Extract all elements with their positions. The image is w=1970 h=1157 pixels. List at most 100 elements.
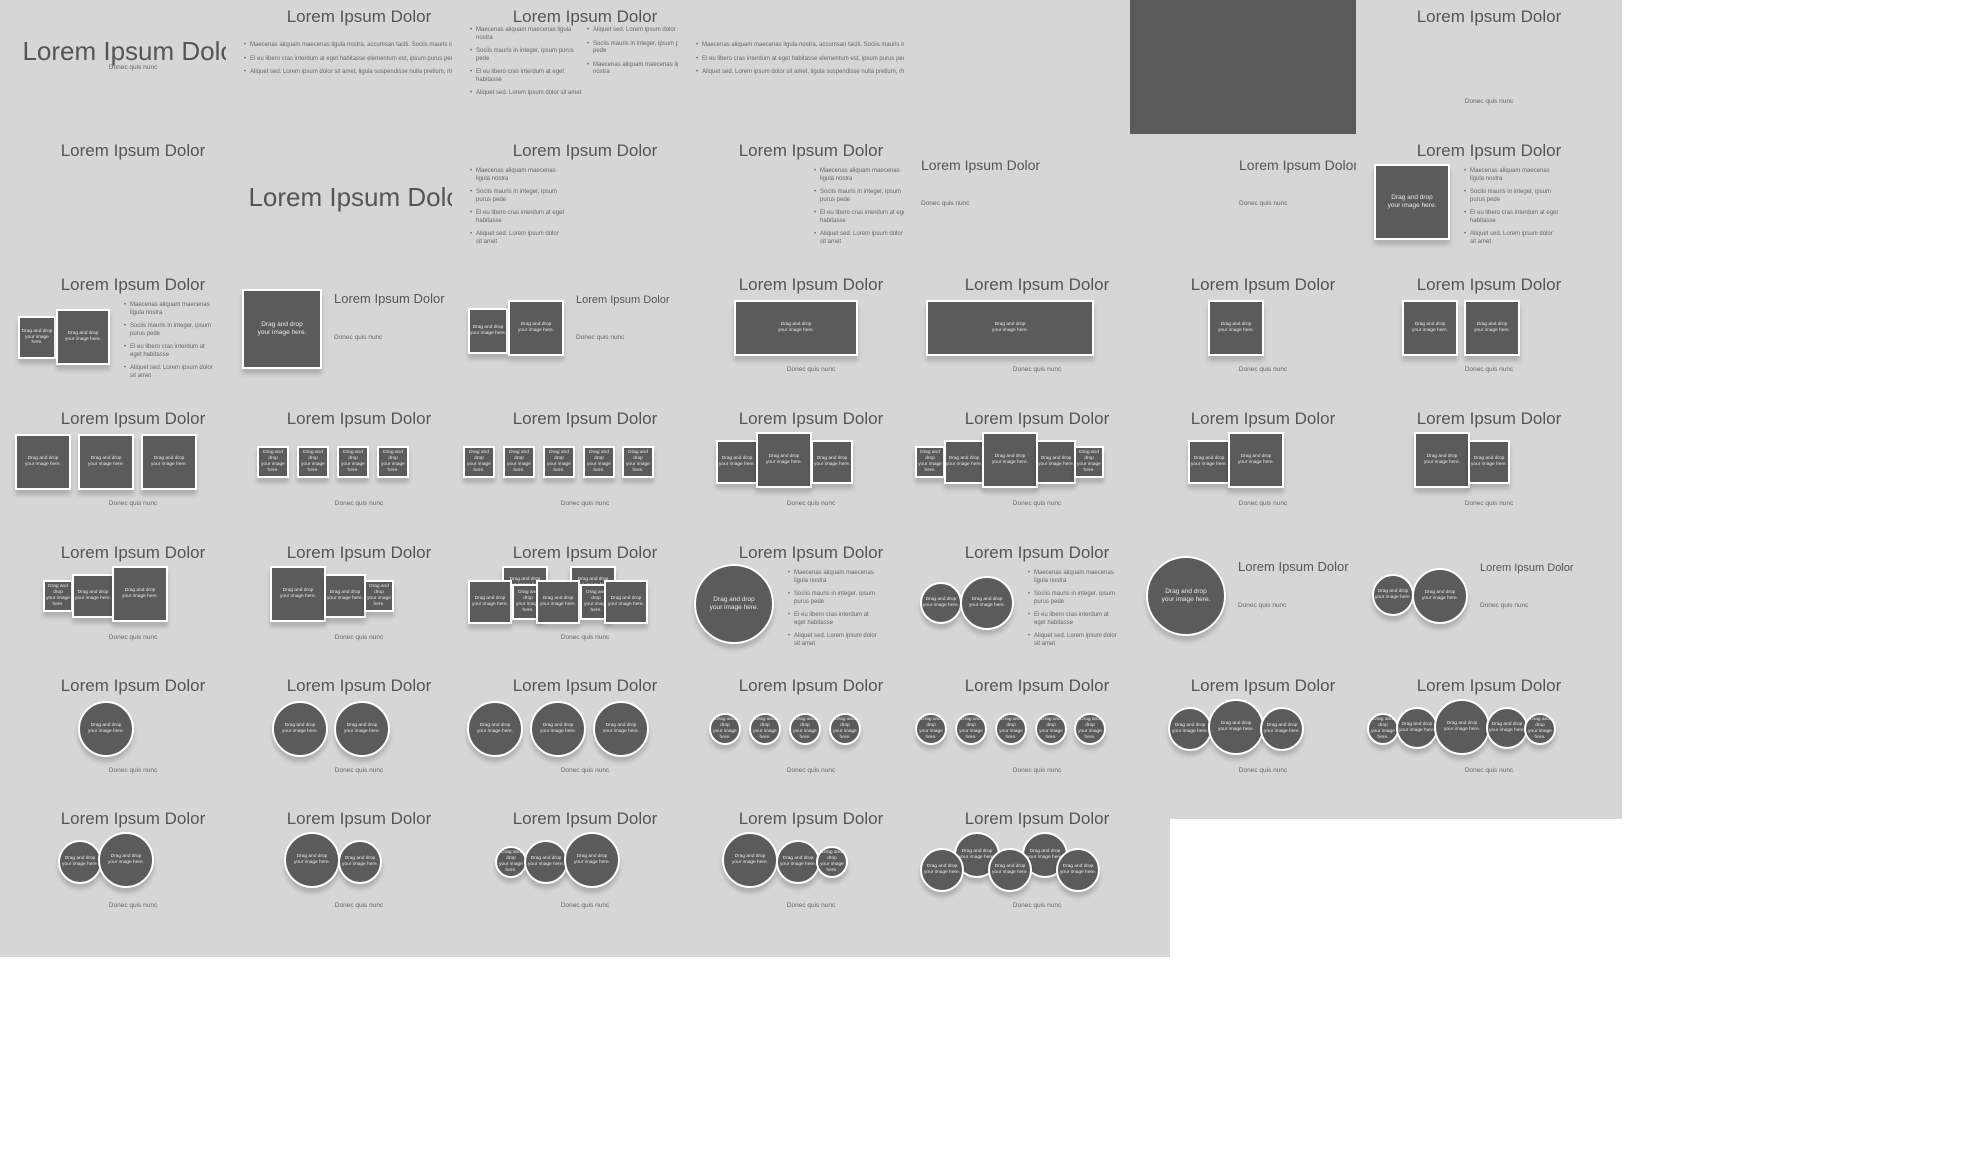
image-placeholder: Drag and drop your image here. [926,300,1094,356]
slide-title: Lorem Ipsum Dolor [1416,141,1562,160]
bullet-list: Maecenas aliquam maecenas ligula nostra S… [1464,168,1559,252]
image-placeholder: Drag and drop your image here. [530,701,586,757]
image-placeholder: Drag and drop your image here. [583,446,615,478]
slide-layout-grid: Lorem Ipsum Dolor Donec quis nunc Lorem Ip… [0,0,1970,1157]
bullet-item: Maecenas aliquam maecenas ligula nostra,… [696,42,926,50]
image-placeholder: Drag and drop your image here. [324,574,366,618]
image-placeholder: Drag and drop your image here. [1396,707,1438,749]
image-placeholder: Drag and drop your image here. [508,300,564,356]
bullet-item: El eu libero cras interdum at eget habit… [244,56,474,64]
image-placeholder: Drag and drop your image here. [15,434,71,490]
image-placeholder: Drag and drop your image here. [1414,432,1470,488]
bullet-item: Aliquet sed. Lorem ipsum dolor sit amet [470,231,565,246]
bullet-list: Maecenas aliquam maecenas ligula nostra S… [124,302,214,386]
bullet-list: Maecenas aliquam maecenas ligula nostra,… [696,42,926,83]
bullet-item: Sociis mauris in integer, ipsum purus pe… [1464,189,1559,204]
slide-subtitle: Donec quis nunc [1464,500,1514,507]
image-placeholder: Drag and drop your image here. [1374,164,1450,240]
slide-title: Lorem Ipsum Dolor [1416,275,1562,294]
bullet-item: Aliquet sed. Lorem ipsum dolor sit amet [470,90,582,98]
image-placeholder: Drag and drop your image here. [78,701,134,757]
image-placeholder: Drag and drop your image here. [722,832,778,888]
bullet-item: Maecenas aliquam maecenas ligula nostra [124,302,214,317]
image-placeholder: Drag and drop your image here. [756,432,812,488]
image-placeholder: Drag and drop your image here. [716,440,758,484]
slide-subtitle: Donec quis nunc [1464,98,1514,105]
image-placeholder: Drag and drop your image here. [58,840,102,884]
slide-subtitle: Donec quis nunc [1464,767,1514,774]
image-placeholder: Drag and drop your image here. [915,713,947,745]
bullet-item: El eu libero cras interdum at eget habit… [1464,210,1559,225]
image-placeholder: Drag and drop your image here. [694,564,774,644]
slide-subtitle: Donec quis nunc [576,334,625,341]
image-placeholder: Drag and drop your image here. [982,432,1038,488]
image-placeholder: Drag and drop your image here. [593,701,649,757]
image-placeholder: Drag and drop your image here. [1074,713,1106,745]
image-placeholder: Drag and drop your image here. [1035,713,1067,745]
slide-title: Lorem Ipsum Dolor [921,157,1041,173]
image-placeholder: Drag and drop your image here. [944,440,984,484]
slide-title: Lorem Ipsum Dolor [1238,559,1349,574]
image-placeholder: Drag and drop your image here. [270,566,326,622]
image-placeholder: Drag and drop your image here. [1074,446,1104,478]
image-placeholder: Drag and drop your image here. [1367,713,1399,745]
image-placeholder: Drag and drop your image here. [709,713,741,745]
image-placeholder: Drag and drop your image here. [463,446,495,478]
image-placeholder: Drag and drop your image here. [1468,440,1510,484]
image-placeholder: Drag and drop your image here. [1260,707,1304,751]
image-placeholder: Drag and drop your image here. [377,446,409,478]
image-placeholder: Drag and drop your image here. [604,580,648,624]
bullet-item: Sociis mauris in integer, ipsum purus pe… [470,48,582,63]
bullet-item: El eu libero cras interdum at eget habit… [696,56,926,64]
image-placeholder: Drag and drop your image here. [988,848,1032,892]
slide-subtitle: Donec quis nunc [1012,902,1062,909]
bullet-item: Sociis mauris in integer, ipsum purus pe… [1028,591,1118,606]
slide-title: Lorem Ipsum Dolor [1480,562,1574,574]
slide-title: Lorem Ipsum Dolor [334,291,445,306]
slide-thumbnail-28[interactable]: Lorem Ipsum Dolor Drag and drop your imag… [1356,402,1622,552]
slide-thumbnail-21[interactable]: Lorem Ipsum Dolor Drag and drop your imag… [1356,268,1622,418]
slide-subtitle: Donec quis nunc [334,334,383,341]
bullet-item: El eu libero cras interdum at eget habit… [814,210,909,225]
slide-thumbnail-7[interactable]: Lorem Ipsum Dolor Donec quis nunc [1356,0,1622,150]
image-placeholder: Drag and drop your image here. [503,446,535,478]
image-placeholder: Drag and drop your image here. [1402,300,1458,356]
slide-thumbnail-14[interactable]: Lorem Ipsum Dolor Drag and drop your imag… [1356,134,1622,284]
image-placeholder: Drag and drop your image here. [364,580,394,612]
image-placeholder: Drag and drop your image here. [1412,568,1468,624]
image-placeholder: Drag and drop your image here. [56,309,110,365]
image-placeholder: Drag and drop your image here. [112,566,168,622]
image-placeholder: Drag and drop your image here. [297,446,329,478]
image-placeholder: Drag and drop your image here. [284,832,340,888]
bullet-item: El eu libero cras interdum at eget habit… [1028,612,1118,627]
image-placeholder: Drag and drop your image here. [995,713,1027,745]
image-placeholder: Drag and drop your image here. [1168,707,1212,751]
image-placeholder: Drag and drop your image here. [524,840,568,884]
slide-thumbnail-35[interactable]: Lorem Ipsum Dolor Donec quis nunc Drag and… [1356,536,1622,686]
image-placeholder: Drag and drop your image here. [72,574,114,618]
slide-thumbnail-42[interactable]: Lorem Ipsum Dolor Drag and drop your imag… [1356,669,1622,819]
slide-subtitle: Donec quis nunc [1238,602,1287,609]
bullet-item: Aliquet sed. Lorem ipsum dolor sit amet [814,231,909,246]
image-placeholder: Drag and drop your image here. [1036,440,1076,484]
image-placeholder: Drag and drop your image here. [257,446,289,478]
slide-title: Lorem Ipsum Dolor [576,294,670,306]
image-placeholder: Drag and drop your image here. [955,713,987,745]
bullet-list: Maecenas aliquam maecenas ligula nostra S… [814,168,909,252]
image-placeholder: Drag and drop your image here. [622,446,654,478]
image-placeholder: Drag and drop your image here. [1524,713,1556,745]
image-placeholder: Drag and drop your image here. [960,576,1014,630]
slide-subtitle: Donec quis nunc [921,200,970,207]
bullet-item: El eu libero cras interdum at eget habit… [470,210,565,225]
image-placeholder: Drag and drop your image here. [242,289,322,369]
bullet-item: Aliquet sed. Lorem ipsum dolor sit amet [1464,231,1559,246]
slide-thumbnail-47[interactable]: Lorem Ipsum Dolor Drag and drop your imag… [904,802,1170,957]
image-placeholder: Drag and drop your image here. [468,580,512,624]
image-placeholder: Drag and drop your image here. [1372,574,1414,616]
slide-subtitle: Donec quis nunc [1480,602,1529,609]
bullet-item: Sociis mauris in integer, ipsum purus pe… [124,323,214,338]
image-placeholder: Drag and drop your image here. [43,580,73,612]
bullet-item: Sociis mauris in integer, ipsum purus pe… [814,189,909,204]
image-placeholder: Drag and drop your image here. [272,701,328,757]
image-placeholder: Drag and drop your image here. [776,840,820,884]
